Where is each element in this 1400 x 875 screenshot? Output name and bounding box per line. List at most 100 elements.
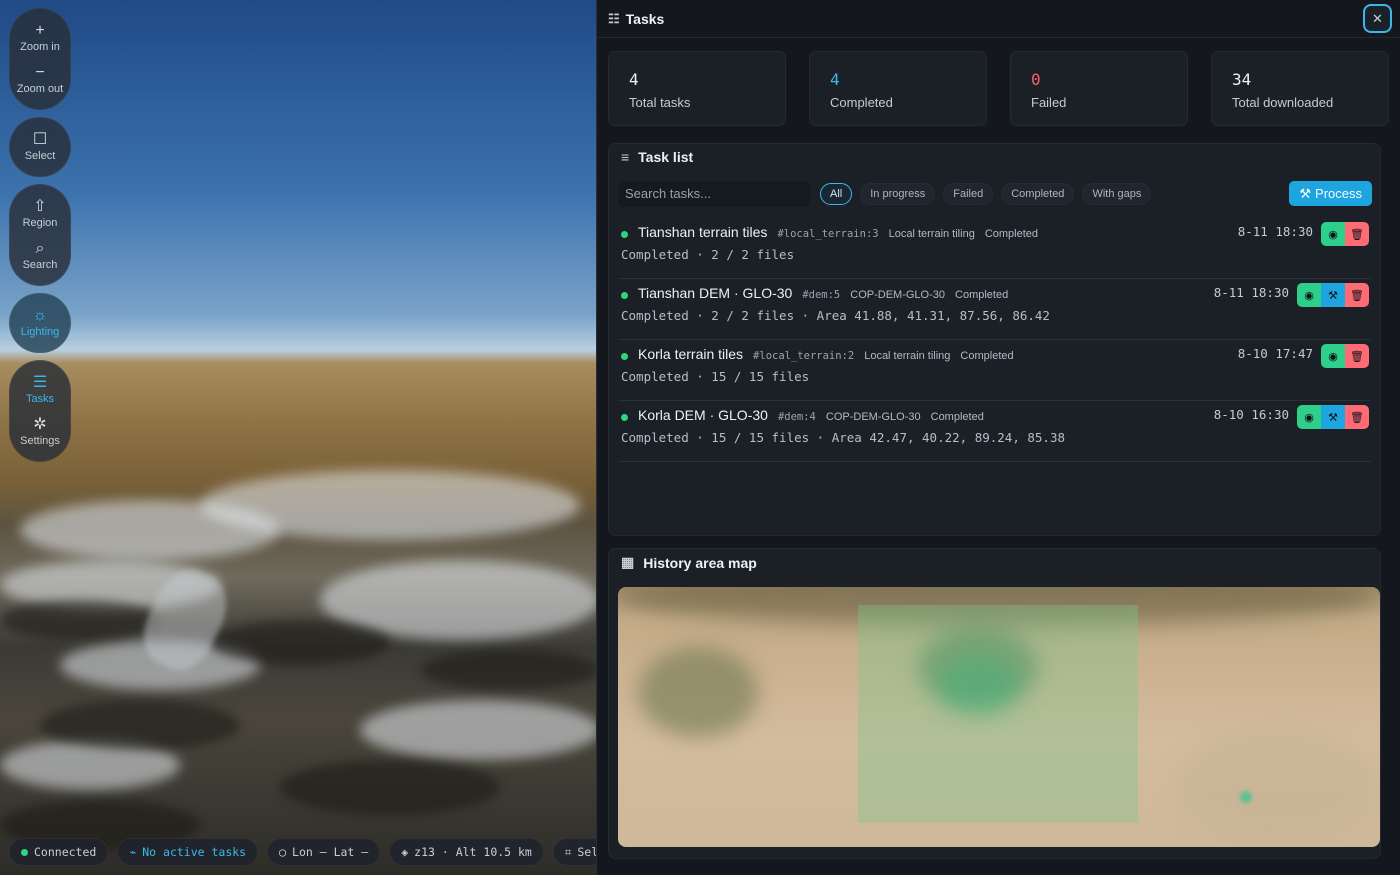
zoom-alt-label: z13 · Alt 10.5 km (414, 845, 532, 859)
delete-button[interactable]: 🗑 (1345, 283, 1369, 307)
task-actions: ◉ ⚒ 🗑 (1297, 405, 1369, 429)
task-actions: ◉ ⚒ 🗑 (1297, 283, 1369, 307)
task-name: Tianshan DEM · GLO-30 (638, 285, 793, 301)
active-tasks-status[interactable]: ⌁ No active tasks (117, 838, 259, 866)
tasks-panel: ☷ Tasks ✕ 4 Total tasks 4 Completed 0 Fa… (596, 0, 1400, 875)
task-list-title: Task list (638, 149, 694, 165)
filter-completed[interactable]: Completed (1001, 182, 1075, 205)
view-button[interactable]: ◉ (1321, 344, 1345, 368)
stat-label: Total tasks (629, 95, 691, 110)
task-list-card: ≡ Task list All In progress Failed Compl… (608, 143, 1381, 536)
list-icon: ≡ (621, 149, 630, 165)
tasks-button[interactable]: ☰ Tasks (10, 369, 70, 411)
task-time: 8-11 18:30 (1213, 285, 1289, 300)
stat-value: 4 (830, 70, 840, 89)
task-row[interactable]: Tianshan terrain tiles #local_terrain:3 … (618, 218, 1371, 279)
close-icon: ✕ (1372, 10, 1383, 26)
close-button[interactable]: ✕ (1363, 4, 1392, 33)
status-dot-icon (621, 413, 628, 421)
reprocess-button[interactable]: ⚒ (1321, 283, 1345, 307)
stat-label: Total downloaded (1232, 95, 1334, 110)
layers-icon: ◈ (401, 845, 409, 859)
upload-icon: ⇧ (33, 198, 47, 215)
task-detail: Completed · 15 / 15 files · Area 42.47, … (621, 430, 1066, 445)
task-actions: ◉ 🗑 (1321, 344, 1369, 368)
region-button[interactable]: ⇧ Region (10, 193, 70, 235)
stat-label: Completed (830, 95, 893, 110)
connection-label: Connected (34, 845, 97, 859)
history-map-header: ▦ History area map (609, 549, 1380, 576)
zoom-out-button[interactable]: − Zoom out (10, 59, 70, 101)
activity-icon: ⌁ (129, 845, 137, 859)
lighting-label: Lighting (20, 326, 60, 338)
stats-row: 4 Total tasks 4 Completed 0 Failed 34 To… (608, 51, 1389, 126)
zoom-altitude-readout: ◈ z13 · Alt 10.5 km (389, 838, 544, 866)
select-group: ☐ Select (9, 117, 71, 177)
eye-icon: ◉ (1304, 289, 1314, 302)
select-label: Select (24, 150, 56, 162)
status-bar: Connected ⌁ No active tasks ◯ Lon — Lat … (9, 838, 596, 866)
stat-completed: 4 Completed (809, 51, 987, 126)
trash-icon: 🗑 (1350, 350, 1364, 363)
delete-button[interactable]: 🗑 (1345, 344, 1369, 368)
crop-icon: ⌗ (564, 844, 572, 859)
delete-button[interactable]: 🗑 (1345, 405, 1369, 429)
zoom-group: + Zoom in − Zoom out (9, 8, 71, 110)
lighting-button[interactable]: ☼ Lighting (10, 302, 70, 344)
globe-view[interactable]: + Zoom in − Zoom out ☐ Select ⇧ Region ⌕… (0, 0, 596, 875)
gear-icon: ✲ (33, 416, 47, 433)
lighting-group: ☼ Lighting (9, 293, 71, 353)
task-name: Korla terrain tiles (638, 346, 744, 362)
checklist-icon: ☰ (32, 374, 48, 391)
select-button[interactable]: ☐ Select (10, 126, 70, 168)
filter-all[interactable]: All (820, 182, 853, 205)
filter-bar: All In progress Failed Completed With ga… (609, 180, 1380, 207)
process-label: Process (1315, 186, 1362, 201)
panel-title: Tasks (625, 10, 665, 27)
zoom-out-label: Zoom out (16, 83, 64, 95)
filter-with-gaps[interactable]: With gaps (1082, 182, 1152, 205)
settings-button[interactable]: ✲ Settings (10, 411, 70, 453)
task-row[interactable]: Tianshan DEM · GLO-30 #dem:5 COP-DEM-GLO… (618, 279, 1371, 340)
task-type: Local terrain tiling (864, 350, 951, 362)
filter-failed[interactable]: Failed (943, 182, 994, 205)
search-button[interactable]: ⌕ Search (10, 235, 70, 277)
stat-failed: 0 Failed (1010, 51, 1188, 126)
active-tasks-label: No active tasks (142, 845, 247, 859)
process-button[interactable]: ⚒ Process (1289, 181, 1372, 206)
search-icon: ⌕ (35, 240, 45, 257)
stat-value: 4 (629, 70, 639, 89)
task-status: Completed (984, 228, 1039, 240)
task-row[interactable]: Korla DEM · GLO-30 #dem:4 COP-DEM-GLO-30… (618, 401, 1371, 462)
filter-in-progress[interactable]: In progress (860, 182, 936, 205)
task-actions: ◉ 🗑 (1321, 222, 1369, 246)
stat-total-tasks: 4 Total tasks (608, 51, 786, 126)
reprocess-button[interactable]: ⚒ (1321, 405, 1345, 429)
map-icon: ▦ (621, 554, 635, 570)
task-row[interactable]: Korla terrain tiles #local_terrain:2 Loc… (618, 340, 1371, 401)
task-id: #local_terrain:3 (777, 228, 879, 240)
task-status: Completed (955, 289, 1009, 301)
history-map-title: History area map (643, 554, 757, 571)
region-label: Region (22, 217, 58, 229)
task-id: #dem:4 (777, 411, 816, 423)
trash-icon: 🗑 (1350, 228, 1364, 241)
zoom-in-button[interactable]: + Zoom in (10, 17, 70, 59)
view-button[interactable]: ◉ (1321, 222, 1345, 246)
view-button[interactable]: ◉ (1297, 405, 1321, 429)
search-input[interactable] (618, 180, 810, 207)
settings-label: Settings (20, 435, 60, 447)
stat-value: 34 (1232, 70, 1252, 89)
view-button[interactable]: ◉ (1297, 283, 1321, 307)
task-time: 8-10 17:47 (1237, 346, 1313, 361)
task-name: Tianshan terrain tiles (638, 224, 768, 240)
eye-icon: ◉ (1328, 350, 1338, 363)
delete-button[interactable]: 🗑 (1345, 222, 1369, 246)
task-time: 8-10 16:30 (1213, 407, 1289, 422)
coords-label: Lon — Lat — (292, 845, 369, 859)
history-map-view[interactable] (618, 587, 1380, 847)
task-id: #dem:5 (802, 289, 841, 301)
stat-label: Failed (1031, 95, 1067, 110)
task-list-header: ≡ Task list (609, 144, 1380, 170)
task-status: Completed (960, 350, 1014, 362)
